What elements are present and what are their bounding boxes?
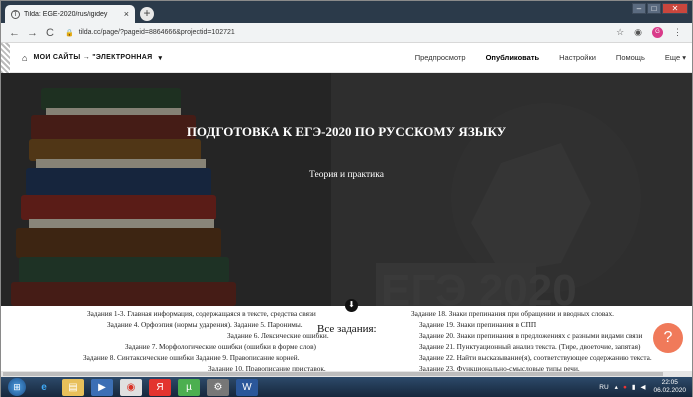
maximize-button[interactable]: □ — [647, 3, 661, 14]
forward-button[interactable]: → — [27, 27, 38, 39]
task-link[interactable]: Задание 22. Найти высказывание(я), соотв… — [419, 353, 652, 362]
language-indicator[interactable]: RU — [599, 384, 608, 391]
lock-icon: 🔒 — [65, 29, 74, 37]
word-icon[interactable]: W — [236, 378, 258, 396]
browser-menu-icon[interactable]: ⋮ — [673, 27, 682, 38]
system-tray: RU ▴ ● ▮ ◀ 22:05 06.02.2020 — [599, 379, 686, 395]
time: 22:05 — [661, 379, 678, 386]
title-bar: T Tilda: EGE-2020/rus/igidey × + – □ ✕ — [1, 1, 692, 23]
task-link[interactable]: Задание 19. Знаки препинания в СПП — [419, 320, 536, 329]
task-link[interactable]: Задание 6. Лексические ошибки. — [227, 331, 329, 340]
chrome-icon[interactable]: ◉ — [120, 378, 142, 396]
window-controls: – □ ✕ — [631, 3, 688, 14]
torrent-icon[interactable]: µ — [178, 378, 200, 396]
address-bar-row: ← → C 🔒 tilda.cc/page/?pageid=8864666&pr… — [1, 23, 692, 43]
help-link[interactable]: Помощь — [616, 53, 645, 62]
hero-subtitle: Теория и практика — [309, 170, 384, 180]
url-text: tilda.cc/page/?pageid=8864666&projectid=… — [78, 29, 235, 36]
scrollbar-thumb[interactable] — [3, 372, 663, 376]
profile-avatar[interactable]: G — [652, 27, 663, 38]
bookmark-star-icon[interactable]: ☆ — [616, 27, 624, 38]
hero-background-image: ЕГЭ 2020 — [1, 73, 692, 306]
tray-arrow-icon[interactable]: ▴ — [615, 383, 618, 391]
home-icon[interactable]: ⌂ — [22, 53, 27, 63]
yandex-browser-icon[interactable]: Я — [149, 378, 171, 396]
hero-cover: ЕГЭ 2020 ПОДГОТОВКА К ЕГЭ-2020 ПО РУССКО… — [1, 73, 692, 306]
task-link[interactable]: Задание 8. Синтаксические ошибки Задание… — [83, 353, 300, 362]
reload-button[interactable]: C — [45, 27, 55, 39]
url-field[interactable]: 🔒 tilda.cc/page/?pageid=8864666&projecti… — [65, 26, 616, 40]
tab-close-icon[interactable]: × — [124, 9, 129, 19]
windows-taskbar: ⊞ e ▤ ▶ ◉ Я µ ⚙ W RU ▴ ● ▮ ◀ 22:05 06.02… — [1, 377, 692, 397]
volume-icon[interactable]: ◀ — [640, 383, 645, 391]
tasks-section: Задания 1-3. Главная информация, содержа… — [1, 306, 692, 372]
task-link[interactable]: Задания 1-3. Главная информация, содержа… — [87, 309, 316, 318]
network-icon[interactable]: ▮ — [632, 383, 636, 391]
task-link[interactable]: Задание 20. Знаки препинания в предложен… — [419, 331, 642, 340]
more-menu[interactable]: Еще ▾ — [665, 53, 686, 62]
task-link[interactable]: Задание 21. Пунктуационный анализ текста… — [419, 342, 640, 351]
tab-title: Tilda: EGE-2020/rus/igidey — [24, 10, 108, 18]
tilda-sidebar-handle[interactable] — [1, 42, 10, 73]
file-explorer-icon[interactable]: ▤ — [62, 378, 84, 396]
tilda-menu: Предпросмотр Опубликовать Настройки Помо… — [395, 53, 686, 62]
back-button[interactable]: ← — [9, 27, 20, 39]
breadcrumb[interactable]: МОИ САЙТЫ → "ЭЛЕКТРОННАЯ — [33, 54, 152, 61]
chevron-down-icon[interactable]: ▾ — [158, 54, 162, 62]
new-tab-button[interactable]: + — [140, 7, 154, 21]
close-window-button[interactable]: ✕ — [662, 3, 688, 14]
task-link[interactable]: Задание 4. Орфоэпия (нормы ударения). За… — [107, 320, 303, 329]
help-button[interactable]: ? — [653, 323, 683, 353]
date: 06.02.2020 — [653, 387, 686, 394]
settings-link[interactable]: Настройки — [559, 53, 596, 62]
publish-link[interactable]: Опубликовать — [486, 53, 540, 62]
scroll-down-icon[interactable]: ⬇ — [345, 299, 358, 312]
preview-link[interactable]: Предпросмотр — [415, 53, 466, 62]
browser-window: T Tilda: EGE-2020/rus/igidey × + – □ ✕ ←… — [0, 0, 693, 397]
clock[interactable]: 22:05 06.02.2020 — [653, 379, 686, 395]
tilda-toolbar: ⌂ МОИ САЙТЫ → "ЭЛЕКТРОННАЯ ▾ Предпросмот… — [1, 42, 692, 73]
antivirus-icon[interactable]: ● — [623, 384, 627, 391]
extension-icon[interactable]: ◉ — [634, 27, 642, 38]
hero-title: ПОДГОТОВКА К ЕГЭ-2020 ПО РУССКОМУ ЯЗЫКУ — [186, 124, 507, 139]
start-button[interactable]: ⊞ — [8, 378, 26, 396]
settings-app-icon[interactable]: ⚙ — [207, 378, 229, 396]
section-heading: Все задания: — [317, 323, 377, 335]
browser-tab[interactable]: T Tilda: EGE-2020/rus/igidey × — [5, 5, 135, 23]
media-player-icon[interactable]: ▶ — [91, 378, 113, 396]
minimize-button[interactable]: – — [632, 3, 646, 14]
task-link[interactable]: Задание 7. Морфологические ошибки (ошибк… — [125, 342, 316, 351]
task-link[interactable]: Задание 18. Знаки препинания при обращен… — [411, 309, 614, 318]
tilda-favicon-icon: T — [11, 9, 20, 19]
internet-explorer-icon[interactable]: e — [33, 379, 55, 396]
